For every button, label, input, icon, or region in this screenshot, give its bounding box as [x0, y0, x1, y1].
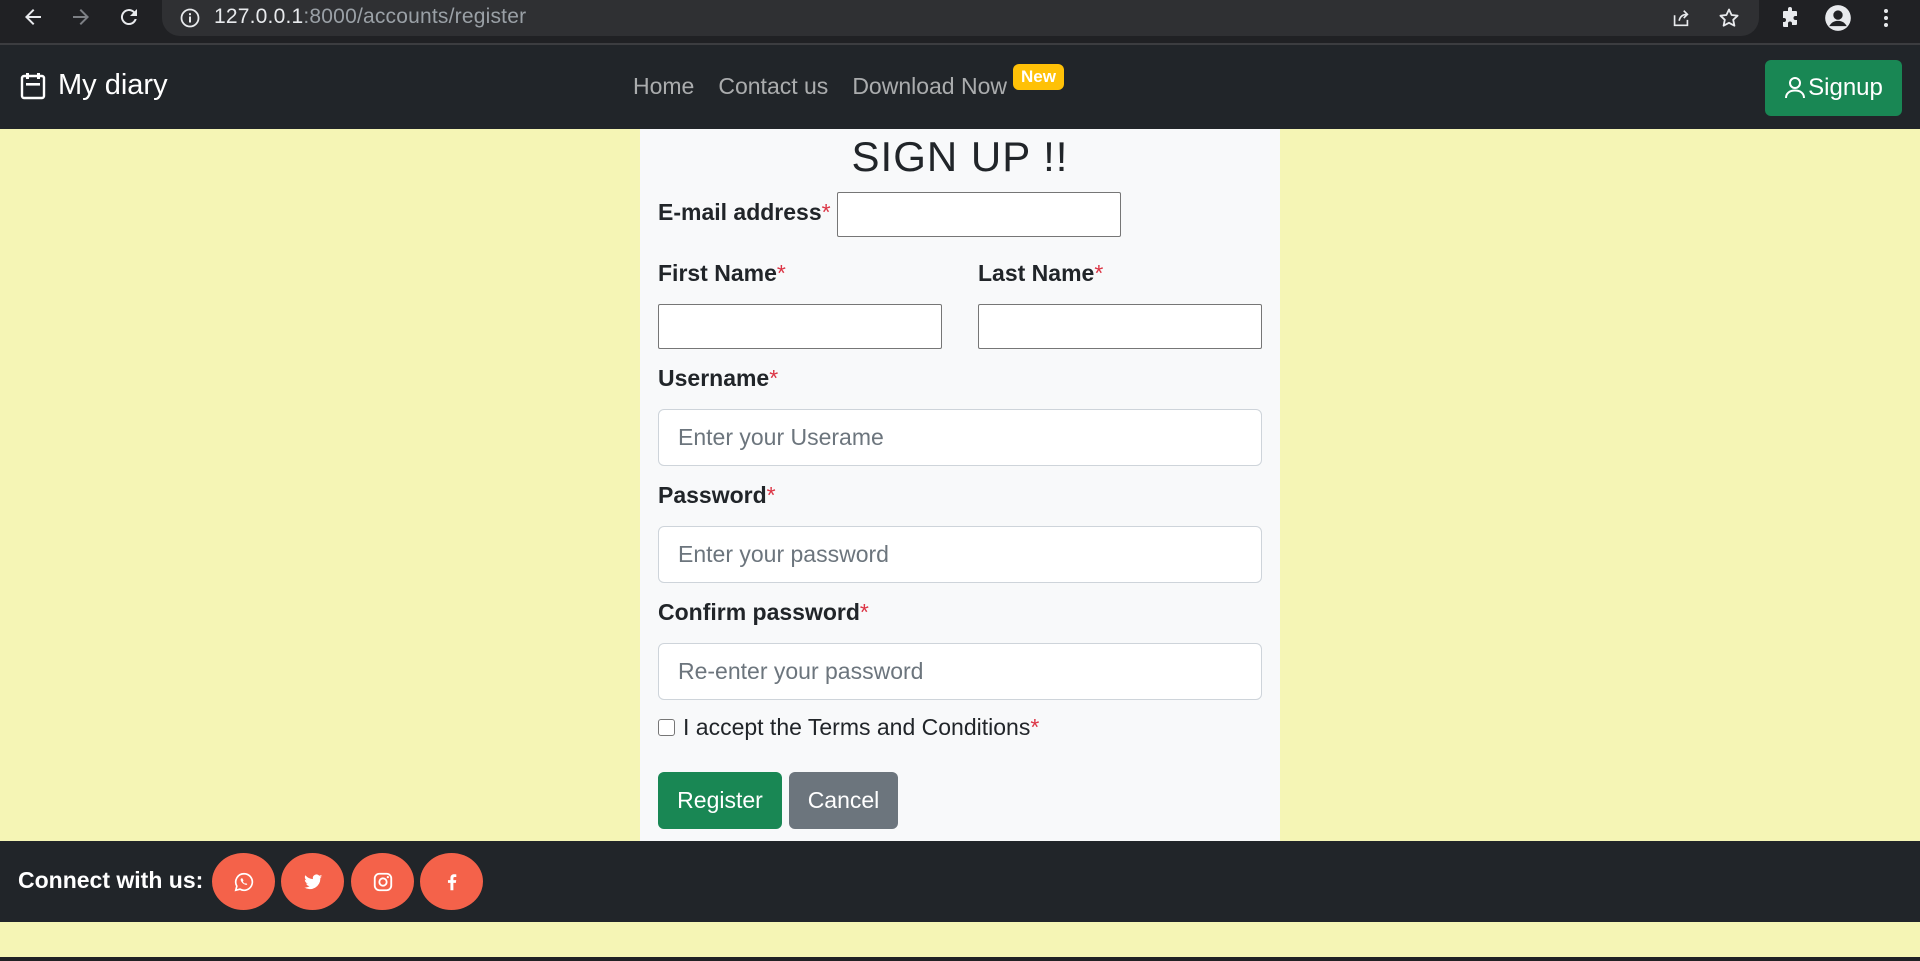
- profile-icon[interactable]: [1822, 2, 1854, 34]
- extensions-icon[interactable]: [1774, 2, 1806, 34]
- forward-icon[interactable]: [64, 0, 98, 34]
- cancel-button[interactable]: Cancel: [789, 772, 898, 829]
- required-mark: *: [766, 482, 776, 508]
- menu-dots-icon[interactable]: [1870, 2, 1902, 34]
- required-mark: *: [821, 199, 831, 225]
- bookmark-star-icon[interactable]: [1715, 4, 1743, 32]
- last-name-field[interactable]: [978, 304, 1262, 349]
- nav-download[interactable]: Download Now: [852, 73, 1007, 100]
- twitter-icon[interactable]: [281, 853, 344, 910]
- signup-label: Signup: [1808, 74, 1883, 101]
- brand-text: My diary: [58, 69, 168, 101]
- password-label: Password*: [658, 482, 776, 509]
- signup-button[interactable]: Signup: [1765, 60, 1902, 116]
- url-path: :8000/accounts/register: [303, 5, 527, 28]
- nav-home[interactable]: Home: [633, 73, 694, 100]
- bottom-edge: [0, 957, 1920, 961]
- password-placeholder: Enter your password: [678, 541, 889, 567]
- page-title: SIGN UP !!: [851, 133, 1069, 180]
- new-badge: New: [1013, 64, 1064, 90]
- email-field[interactable]: [837, 192, 1121, 237]
- username-placeholder: Enter your Userame: [678, 424, 884, 450]
- required-mark: *: [776, 260, 786, 286]
- calendar-icon: [20, 72, 46, 99]
- first-name-label-text: First Name: [658, 260, 777, 286]
- terms-checkbox[interactable]: [658, 719, 675, 736]
- username-input[interactable]: Enter your Userame: [658, 409, 1262, 466]
- email-label-text: E-mail address: [658, 199, 822, 225]
- site-info-icon[interactable]: [178, 6, 202, 30]
- terms-row: I accept the Terms and Conditions *: [658, 714, 1039, 741]
- url-text: 127.0.0.1:8000/accounts/register: [214, 5, 526, 29]
- confirm-placeholder: Re-enter your password: [678, 658, 924, 684]
- username-label: Username*: [658, 365, 778, 392]
- connect-label: Connect with us:: [18, 867, 204, 893]
- password-input[interactable]: Enter your password: [658, 526, 1262, 583]
- password-label-text: Password: [658, 482, 767, 508]
- back-icon[interactable]: [16, 0, 50, 34]
- username-label-text: Username: [658, 365, 770, 391]
- instagram-icon[interactable]: [351, 853, 414, 910]
- required-mark: *: [769, 365, 779, 391]
- terms-label[interactable]: I accept the Terms and Conditions: [683, 714, 1030, 741]
- facebook-icon[interactable]: [420, 853, 483, 910]
- required-mark: *: [859, 599, 869, 625]
- nav-contact[interactable]: Contact us: [718, 73, 828, 100]
- share-icon[interactable]: [1667, 4, 1695, 32]
- address-bar[interactable]: 127.0.0.1:8000/accounts/register: [162, 0, 1759, 36]
- url-host: 127.0.0.1: [214, 5, 304, 28]
- required-mark: *: [1094, 260, 1104, 286]
- site-navbar: My diary Home Contact us Download Now Ne…: [0, 45, 1920, 129]
- site-footer: Connect with us:: [0, 841, 1920, 922]
- required-mark: *: [1030, 714, 1040, 740]
- signup-card: SIGN UP !! E-mail address* First Name* L…: [640, 129, 1280, 841]
- user-icon: [1785, 77, 1806, 99]
- confirm-password-label: Confirm password*: [658, 599, 869, 626]
- whatsapp-icon[interactable]: [212, 853, 275, 910]
- email-label: E-mail address*: [658, 199, 831, 226]
- confirm-password-input[interactable]: Re-enter your password: [658, 643, 1262, 700]
- last-name-label: Last Name*: [978, 260, 1103, 287]
- nav-links: Home Contact us Download Now New: [633, 64, 1064, 100]
- page-bottom: [0, 922, 1920, 961]
- last-name-label-text: Last Name: [978, 260, 1095, 286]
- first-name-field[interactable]: [658, 304, 942, 349]
- register-button[interactable]: Register: [658, 772, 782, 829]
- reload-icon[interactable]: [112, 0, 146, 34]
- confirm-label-text: Confirm password: [658, 599, 860, 625]
- first-name-label: First Name*: [658, 260, 786, 287]
- brand-link[interactable]: My diary: [20, 69, 168, 102]
- browser-toolbar: 127.0.0.1:8000/accounts/register: [0, 0, 1920, 45]
